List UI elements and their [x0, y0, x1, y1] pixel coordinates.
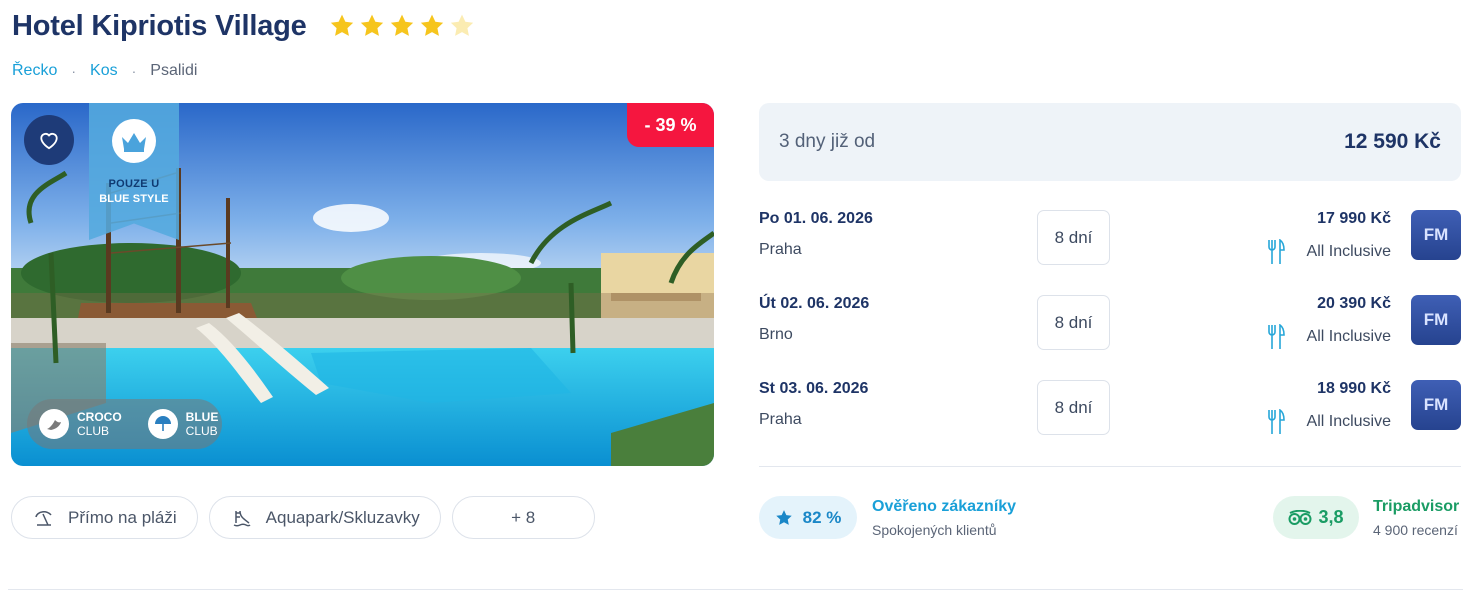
price-summary: 3 dny již od 12 590 Kč: [759, 103, 1461, 181]
first-minute-badge[interactable]: FM: [1411, 210, 1461, 260]
blue-club-line2: CLUB: [185, 424, 218, 438]
croco-icon: [39, 409, 69, 439]
first-minute-badge[interactable]: FM: [1411, 295, 1461, 345]
term-departure-city: Praha: [759, 411, 802, 428]
cutlery-icon: [1267, 239, 1285, 264]
crown-icon: [112, 119, 156, 163]
umbrella-icon: [147, 409, 178, 439]
cutlery-icon: [1267, 324, 1285, 349]
term-meal: All Inclusive: [1267, 324, 1391, 350]
feature-chip-label: Aquapark/Skluzavky: [265, 507, 420, 527]
feature-chips: Přímo na pláži Aquapark/Skluzavky + 8: [11, 496, 595, 539]
term-row[interactable]: Út 02. 06. 2026 Brno 8 dní 20 390 Kč All…: [759, 295, 1461, 365]
beach-umbrella-icon: [35, 510, 52, 526]
term-duration[interactable]: 8 dní: [1037, 380, 1110, 435]
term-duration[interactable]: 8 dní: [1037, 210, 1110, 265]
customer-rating-value: 82 %: [802, 507, 842, 527]
term-departure-city: Brno: [759, 326, 793, 343]
hotel-header: Hotel Kipriotis Village: [12, 6, 475, 46]
favorite-button[interactable]: [24, 115, 74, 165]
exclusive-line1: POUZE U: [108, 178, 160, 190]
feature-chip-label: Přímo na pláži: [68, 507, 177, 527]
star-icon: [775, 509, 792, 525]
term-price: 20 390 Kč: [1317, 295, 1391, 312]
feature-chip-aquapark[interactable]: Aquapark/Skluzavky: [208, 496, 441, 539]
price-summary-label: 3 dny již od: [779, 131, 876, 152]
croco-club-badge: CROCO CLUB: [39, 409, 122, 439]
croco-club-line2: CLUB: [77, 424, 110, 438]
tripadvisor-rating[interactable]: 3,8 Tripadvisor 4 900 recenzí: [1273, 496, 1473, 539]
term-price: 18 990 Kč: [1317, 380, 1391, 397]
customer-rating[interactable]: 82 % Ověřeno zákazníky Spokojených klien…: [759, 496, 1016, 539]
exclusive-line2: BLUE STYLE: [99, 193, 169, 205]
customer-rating-pill: 82 %: [759, 496, 857, 539]
star-icon: [420, 14, 443, 36]
tripadvisor-value: 3,8: [1318, 507, 1344, 527]
heart-icon: [40, 133, 58, 150]
customer-rating-subtitle: Spokojených klientů: [872, 521, 997, 538]
star-empty-icon: [450, 14, 473, 36]
blue-club-badge: BLUE CLUB: [147, 409, 219, 439]
breadcrumb: Řecko · Kos · Psalidi: [12, 62, 197, 80]
breadcrumb-island[interactable]: Kos: [90, 62, 118, 80]
discount-badge: - 39 %: [627, 103, 714, 147]
term-meal-label: All Inclusive: [1306, 243, 1391, 260]
tripadvisor-title: Tripadvisor: [1373, 497, 1460, 515]
term-price: 17 990 Kč: [1317, 210, 1391, 227]
term-meal-label: All Inclusive: [1306, 328, 1391, 345]
feature-chip-beach[interactable]: Přímo na pláži: [11, 496, 198, 539]
term-meal: All Inclusive: [1267, 239, 1391, 265]
divider: [8, 589, 1463, 590]
club-badges: CROCO CLUB BLUE CLUB: [27, 399, 222, 449]
term-meal-label: All Inclusive: [1306, 413, 1391, 430]
term-duration[interactable]: 8 dní: [1037, 295, 1110, 350]
term-date: Út 02. 06. 2026: [759, 295, 870, 312]
price-summary-value: 12 590 Kč: [1344, 130, 1441, 153]
divider: [759, 466, 1461, 467]
exclusive-ribbon: POUZE U BLUE STYLE: [89, 103, 179, 240]
hotel-stars: [329, 13, 475, 39]
term-date: Po 01. 06. 2026: [759, 210, 873, 227]
tripadvisor-reviews: 4 900 recenzí: [1373, 521, 1458, 538]
blue-club-line1: BLUE: [185, 410, 219, 424]
breadcrumb-country[interactable]: Řecko: [12, 62, 57, 80]
cutlery-icon: [1267, 409, 1285, 434]
breadcrumb-separator: ·: [131, 63, 137, 79]
star-icon: [390, 14, 413, 36]
term-departure-city: Praha: [759, 241, 802, 258]
hotel-title: Hotel Kipriotis Village: [12, 9, 307, 42]
croco-club-line1: CROCO: [77, 410, 122, 424]
star-icon: [360, 14, 383, 36]
term-row[interactable]: Po 01. 06. 2026 Praha 8 dní 17 990 Kč Al…: [759, 210, 1461, 280]
waterslide-icon: [233, 510, 251, 526]
term-row[interactable]: St 03. 06. 2026 Praha 8 dní 18 990 Kč Al…: [759, 380, 1461, 450]
customer-rating-title: Ověřeno zákazníky: [872, 497, 1017, 515]
term-meal: All Inclusive: [1267, 409, 1391, 435]
hotel-photo[interactable]: POUZE U BLUE STYLE - 39 % CROCO CLUB BLUE…: [11, 103, 714, 466]
star-icon: [330, 14, 353, 36]
tripadvisor-pill: 3,8: [1273, 496, 1359, 539]
first-minute-badge[interactable]: FM: [1411, 380, 1461, 430]
feature-chip-more[interactable]: + 8: [451, 496, 595, 539]
term-date: St 03. 06. 2026: [759, 380, 869, 397]
breadcrumb-separator: ·: [71, 63, 77, 79]
tripadvisor-owl-icon: [1288, 509, 1312, 525]
breadcrumb-resort: Psalidi: [150, 62, 198, 79]
